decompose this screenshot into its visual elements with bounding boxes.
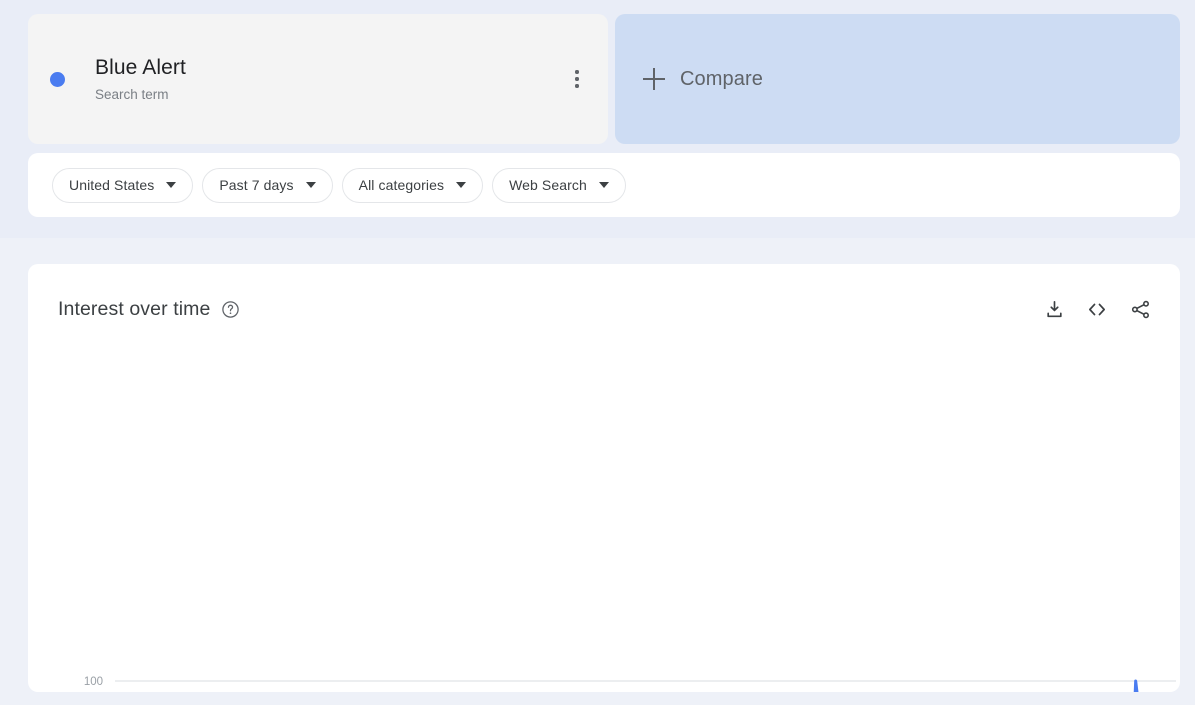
menu-dot xyxy=(575,84,579,88)
filter-chip-search-type[interactable]: Web Search xyxy=(492,167,626,203)
chevron-down-icon xyxy=(456,182,467,188)
series-color-dot xyxy=(50,71,65,87)
more-vert-icon[interactable] xyxy=(560,62,594,96)
search-term-name: Blue Alert xyxy=(95,55,186,79)
search-term-text: Blue Alert Search term xyxy=(95,55,186,104)
search-term-type: Search term xyxy=(95,86,169,102)
chart-gridlines xyxy=(115,680,1176,682)
chart-line-blue-alert xyxy=(1133,679,1139,692)
chart-action-buttons xyxy=(1043,298,1151,320)
search-term-row: Blue Alert Search term Compare xyxy=(28,14,1180,144)
embed-code-icon[interactable] xyxy=(1086,298,1108,320)
page-title: Interest over time xyxy=(58,297,211,320)
filter-chip-label: United States xyxy=(69,177,155,193)
interest-over-time-chart[interactable]: 255075100 Sep 27 at...Sep 29 at 6:00 PMO… xyxy=(28,354,1180,692)
menu-dot xyxy=(575,70,579,74)
compare-card[interactable]: Compare xyxy=(615,14,1180,144)
chevron-down-icon xyxy=(598,182,609,188)
filter-chip-location[interactable]: United States xyxy=(52,167,194,203)
share-icon[interactable] xyxy=(1129,298,1151,320)
y-axis-tick-label: 100 xyxy=(84,676,103,688)
download-icon[interactable] xyxy=(1043,298,1065,320)
menu-dot xyxy=(575,77,579,81)
filter-chip-category[interactable]: All categories xyxy=(341,167,484,203)
compare-label: Compare xyxy=(680,67,763,90)
chevron-down-icon xyxy=(166,182,177,188)
help-circle-icon[interactable] xyxy=(221,300,240,319)
chevron-down-icon xyxy=(305,182,316,188)
filter-chip-label: Past 7 days xyxy=(219,177,294,193)
search-term-card[interactable]: Blue Alert Search term xyxy=(28,14,608,144)
filter-chip-label: All categories xyxy=(358,177,445,193)
trends-page: Blue Alert Search term Compare United St… xyxy=(0,0,1195,705)
filter-bar: United States Past 7 days All categories… xyxy=(28,153,1180,217)
chart-series-group xyxy=(1133,679,1139,692)
interest-over-time-card: Interest over time 100 xyxy=(28,264,1180,692)
filter-chip-label: Web Search xyxy=(509,177,587,193)
chart-y-axis-labels: 255075100 xyxy=(84,676,103,688)
interest-over-time-header: Interest over time xyxy=(28,264,1180,354)
chart-svg: 255075100 Sep 27 at...Sep 29 at 6:00 PMO… xyxy=(84,676,1176,692)
filter-chip-time-range[interactable]: Past 7 days xyxy=(202,167,333,203)
plus-icon xyxy=(643,68,665,90)
